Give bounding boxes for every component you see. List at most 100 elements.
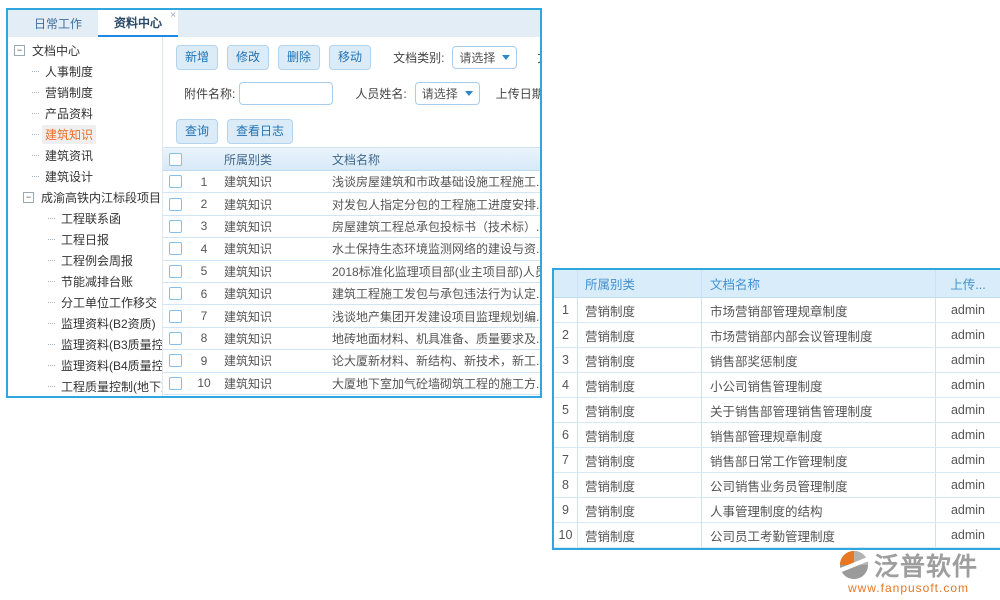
add-button[interactable]: 新增: [176, 45, 218, 70]
row-index: 8: [188, 331, 220, 345]
row-uploader: admin: [936, 348, 1000, 372]
tab-bar: 日常工作 资料中心 ×: [8, 10, 540, 37]
row-index: 8: [554, 473, 578, 497]
table-row[interactable]: 9 建筑知识 论大厦新材料、新结构、新技术，新工...: [163, 350, 540, 372]
person-name-select[interactable]: 请选择: [415, 82, 480, 105]
row-checkbox[interactable]: [169, 310, 182, 323]
tree-item[interactable]: 工程质量控制(地下室): [8, 376, 162, 396]
table-header: 所属别类 文档名称: [163, 147, 540, 171]
row-checkbox[interactable]: [169, 287, 182, 300]
documents-table: 所属别类 文档名称 1 建筑知识 浅谈房屋建筑和市政基础设施工程施工...: [163, 147, 540, 395]
fanpu-logo-icon: [839, 550, 869, 580]
tree-item[interactable]: 监理资料(B2资质): [8, 313, 162, 334]
table-row[interactable]: 4 建筑知识 水土保持生态环境监测网络的建设与资...: [163, 238, 540, 260]
table-row[interactable]: 8 营销制度 公司销售业务员管理制度 admin: [554, 473, 1000, 498]
row-docname: 水土保持生态环境监测网络的建设与资...: [330, 240, 540, 257]
table-row[interactable]: 6 建筑知识 建筑工程施工发包与承包违法行为认定...: [163, 283, 540, 305]
row-index: 7: [554, 448, 578, 472]
attachment-name-label: 附件名称:: [184, 85, 235, 102]
tree-item[interactable]: 建筑知识: [8, 124, 162, 145]
document-list-area: 新增 修改 删除 移动 文档类别: 请选择 文档名称: 附件名称: 人员姓名:: [163, 37, 540, 396]
row-docname: 浅谈地产集团开发建设项目监理规划编...: [330, 308, 540, 325]
tree-item[interactable]: 工程联系函: [8, 208, 162, 229]
table-row[interactable]: 3 营销制度 销售部奖惩制度 admin: [554, 348, 1000, 373]
row-category: 建筑知识: [220, 196, 330, 213]
table-row[interactable]: 9 营销制度 人事管理制度的结构 admin: [554, 498, 1000, 523]
tree-item[interactable]: 营销制度: [8, 82, 162, 103]
row-checkbox[interactable]: [169, 242, 182, 255]
tree-item[interactable]: 工程例会周报: [8, 250, 162, 271]
row-index: 2: [554, 323, 578, 347]
table-row[interactable]: 6 营销制度 销售部管理规章制度 admin: [554, 423, 1000, 448]
table-row[interactable]: 7 营销制度 销售部日常工作管理制度 admin: [554, 448, 1000, 473]
row-index: 2: [188, 197, 220, 211]
table-row[interactable]: 5 建筑知识 2018标准化监理项目部(业主项目部)人员...: [163, 261, 540, 283]
table-row[interactable]: 4 营销制度 小公司销售管理制度 admin: [554, 373, 1000, 398]
doc-name-label: 文档名称:: [537, 49, 540, 66]
tree-item[interactable]: 分工单位工作移交: [8, 292, 162, 313]
view-log-button[interactable]: 查看日志: [227, 119, 293, 144]
query-button[interactable]: 查询: [176, 119, 218, 144]
row-checkbox[interactable]: [169, 175, 182, 188]
row-uploader: admin: [936, 298, 1000, 322]
row-index: 7: [188, 309, 220, 323]
tree-item[interactable]: 工程日报: [8, 229, 162, 250]
row-docname: 房屋建筑工程总承包投标书（技术标）...: [330, 218, 540, 235]
row-index: 6: [554, 423, 578, 447]
tree-item[interactable]: 建筑设计: [8, 166, 162, 187]
row-category: 建筑知识: [220, 240, 330, 257]
tree-item[interactable]: 建筑资讯: [8, 145, 162, 166]
row-docname: 对发包人指定分包的工程施工进度安排...: [330, 196, 540, 213]
row-index: 10: [554, 523, 578, 547]
move-button[interactable]: 移动: [329, 45, 371, 70]
row-index: 9: [554, 498, 578, 522]
select-all-checkbox[interactable]: [169, 153, 182, 166]
row-checkbox[interactable]: [169, 198, 182, 211]
filter-row: 附件名称: 人员姓名: 请选择 上传日期: [184, 82, 540, 105]
row-index: 3: [554, 348, 578, 372]
collapse-icon[interactable]: [14, 45, 25, 56]
doc-category-label: 文档类别:: [393, 49, 444, 66]
row-checkbox[interactable]: [169, 377, 182, 390]
tree-root-document-center[interactable]: 文档中心: [8, 40, 162, 61]
delete-button[interactable]: 删除: [278, 45, 320, 70]
tree-item[interactable]: 监理资料(B3质量控制): [8, 334, 162, 355]
row-docname: 2018标准化监理项目部(业主项目部)人员...: [330, 263, 540, 280]
edit-button[interactable]: 修改: [227, 45, 269, 70]
row-uploader: admin: [936, 473, 1000, 497]
row-checkbox[interactable]: [169, 354, 182, 367]
tab-data-center[interactable]: 资料中心 ×: [98, 10, 178, 37]
table-row[interactable]: 1 建筑知识 浅谈房屋建筑和市政基础设施工程施工...: [163, 171, 540, 193]
row-category: 营销制度: [578, 498, 702, 522]
table-row[interactable]: 7 建筑知识 浅谈地产集团开发建设项目监理规划编...: [163, 305, 540, 327]
chevron-down-icon: [465, 91, 473, 96]
row-docname: 地砖地面材料、机具准备、质量要求及...: [330, 330, 540, 347]
table-row[interactable]: 1 营销制度 市场营销部管理规章制度 admin: [554, 298, 1000, 323]
row-category: 营销制度: [578, 398, 702, 422]
table-row[interactable]: 10 建筑知识 大厦地下室加气砼墙砌筑工程的施工方...: [163, 373, 540, 395]
tree-item[interactable]: 节能减排台账: [8, 271, 162, 292]
table-row[interactable]: 2 营销制度 市场营销部内部会议管理制度 admin: [554, 323, 1000, 348]
table-row[interactable]: 8 建筑知识 地砖地面材料、机具准备、质量要求及...: [163, 328, 540, 350]
tab-daily-work[interactable]: 日常工作: [18, 10, 98, 37]
row-category: 建筑知识: [220, 308, 330, 325]
collapse-icon[interactable]: [23, 192, 34, 203]
table-row[interactable]: 5 营销制度 关于销售部管理销售管理制度 admin: [554, 398, 1000, 423]
tree-item[interactable]: 监理资料(B4质量控制): [8, 355, 162, 376]
close-icon[interactable]: ×: [170, 11, 176, 21]
row-checkbox[interactable]: [169, 332, 182, 345]
tree-item[interactable]: 产品资料: [8, 103, 162, 124]
uploader-column-header: 上传...: [936, 270, 1000, 297]
table-row[interactable]: 3 建筑知识 房屋建筑工程总承包投标书（技术标）...: [163, 216, 540, 238]
row-checkbox[interactable]: [169, 220, 182, 233]
tree-item[interactable]: 人事制度: [8, 61, 162, 82]
row-docname: 公司员工考勤管理制度: [702, 523, 936, 547]
table-row[interactable]: 10 营销制度 公司员工考勤管理制度 admin: [554, 523, 1000, 548]
row-checkbox[interactable]: [169, 265, 182, 278]
row-docname: 浅谈房屋建筑和市政基础设施工程施工...: [330, 173, 540, 190]
table-row[interactable]: 2 建筑知识 对发包人指定分包的工程施工进度安排...: [163, 193, 540, 215]
doc-category-select[interactable]: 请选择: [452, 46, 517, 69]
category-column-header: 所属别类: [578, 270, 702, 297]
tree-node-project[interactable]: 成渝高铁内江标段项目: [8, 187, 162, 208]
attachment-name-input[interactable]: [239, 82, 333, 105]
